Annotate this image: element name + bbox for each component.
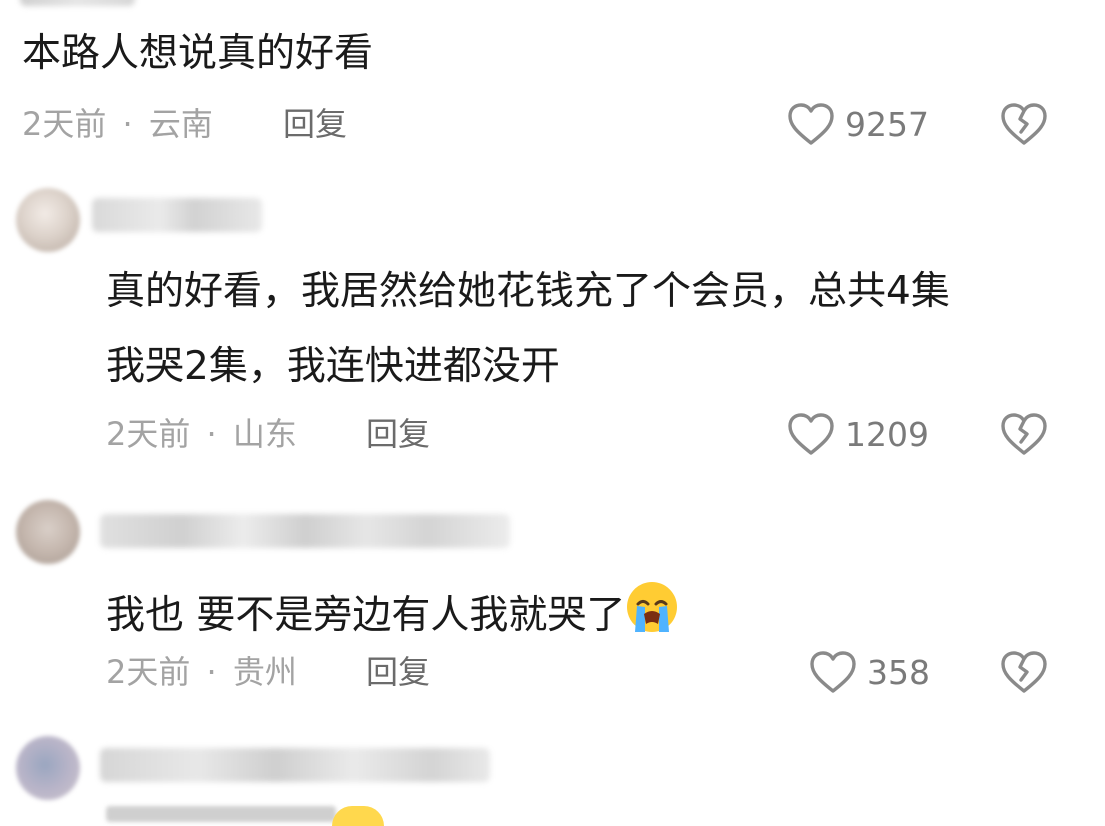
comment-meta: 2天前 · 贵州: [106, 656, 297, 688]
username-blurred[interactable]: [92, 198, 262, 232]
comment-time: 2天前: [106, 653, 191, 691]
username-blurred[interactable]: [100, 514, 510, 548]
loudly-crying-face-icon: [625, 580, 679, 641]
heart-outline-icon[interactable]: [809, 650, 857, 694]
reply-button[interactable]: 回复: [283, 108, 347, 140]
like-count: 9257: [845, 105, 929, 144]
comment-location: 山东: [232, 415, 297, 453]
comment-text-blurred: [106, 806, 336, 822]
broken-heart-icon[interactable]: [1000, 102, 1048, 146]
comment-text: 我也 要不是旁边有人我就哭了: [106, 580, 679, 641]
username-blurred[interactable]: [20, 0, 135, 6]
comment-text: 本路人想说真的好看: [22, 31, 374, 76]
meta-separator: ·: [206, 653, 217, 691]
reply-button[interactable]: 回复: [366, 656, 430, 688]
comment-text-line-1: 真的好看，我居然给她花钱充了个会员，总共4集: [106, 269, 950, 314]
meta-separator: ·: [206, 415, 217, 453]
comment-time: 2天前: [22, 105, 107, 143]
like-count: 1209: [845, 415, 929, 454]
comment-text-line-2: 我哭2集，我连快进都没开: [106, 344, 560, 389]
comment-text-content: 我也 要不是旁边有人我就哭了: [106, 593, 626, 638]
broken-heart-icon[interactable]: [1000, 650, 1048, 694]
comment-meta: 2天前 · 云南: [22, 108, 213, 140]
comment-location: 云南: [148, 105, 213, 143]
avatar[interactable]: [16, 500, 80, 564]
emoji-partial-icon: [332, 806, 384, 826]
meta-separator: ·: [122, 105, 133, 143]
username-blurred[interactable]: [100, 748, 490, 782]
reply-button[interactable]: 回复: [366, 418, 430, 450]
heart-outline-icon[interactable]: [787, 412, 835, 456]
comment-location: 贵州: [232, 653, 297, 691]
comment-meta: 2天前 · 山东: [106, 418, 297, 450]
heart-outline-icon[interactable]: [787, 102, 835, 146]
comment-time: 2天前: [106, 415, 191, 453]
broken-heart-icon[interactable]: [1000, 412, 1048, 456]
avatar[interactable]: [16, 736, 80, 800]
avatar[interactable]: [16, 188, 80, 252]
like-count: 358: [867, 653, 930, 692]
